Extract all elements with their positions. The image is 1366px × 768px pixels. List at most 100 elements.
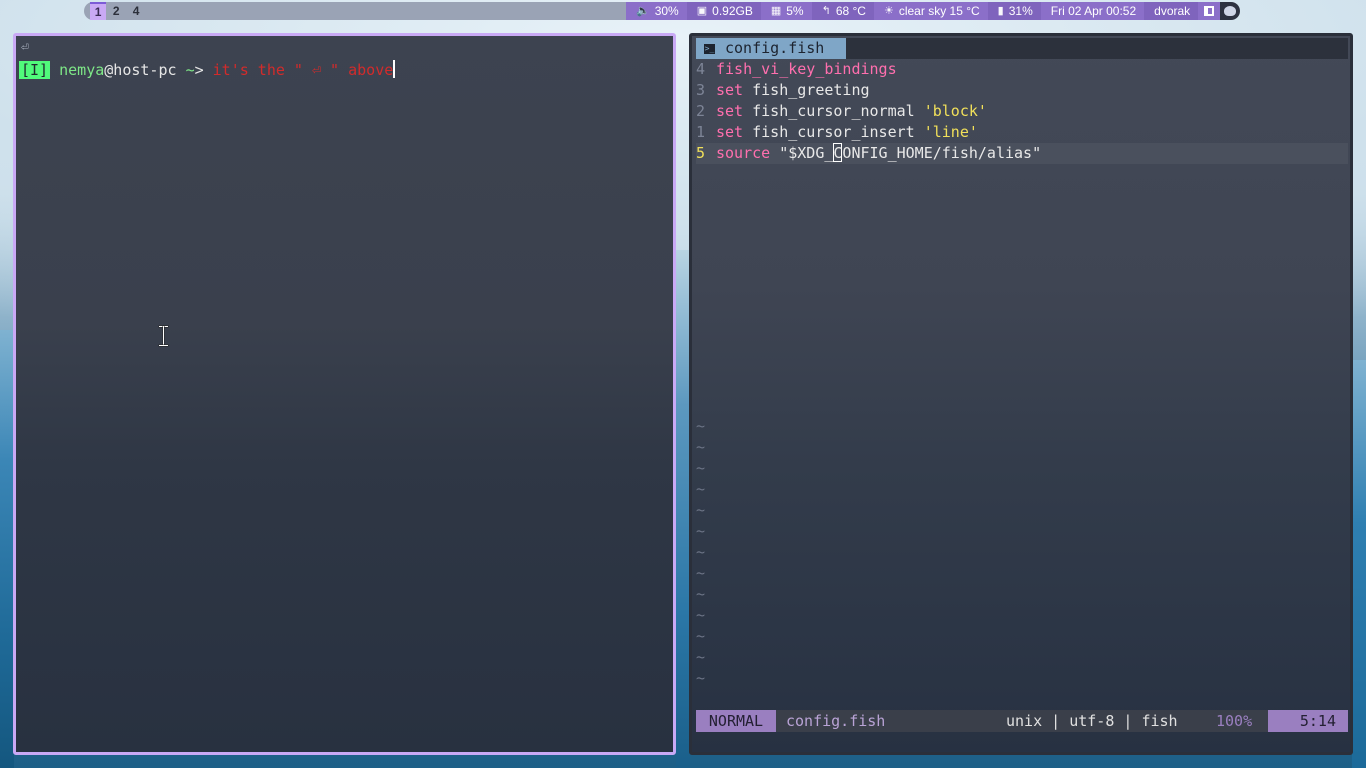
terminal-icon: >_ xyxy=(704,43,715,54)
prompt-path: ~ xyxy=(185,61,195,79)
return-icon: ⏎ xyxy=(21,40,29,55)
empty-line-marker: ~ xyxy=(696,437,1348,458)
empty-line-marker: ~ xyxy=(696,458,1348,479)
code-token: set xyxy=(716,81,753,99)
cpu-module[interactable]: ▦ 5% xyxy=(760,2,812,20)
workspace-4[interactable]: 4 xyxy=(126,2,146,20)
tilde-marker: ~ xyxy=(696,480,706,498)
empty-line-marker: ~ xyxy=(696,605,1348,626)
tilde-marker: ~ xyxy=(696,417,706,435)
empty-line-marker: ~ xyxy=(696,563,1348,584)
code-line[interactable]: 3 set fish_greeting xyxy=(696,80,1348,101)
prompt-user: nemya xyxy=(59,61,105,79)
code-line[interactable]: 4 fish_vi_key_bindings xyxy=(696,59,1348,80)
tilde-marker: ~ xyxy=(696,459,706,477)
cpu-value: 5% xyxy=(786,4,804,18)
code-token: fish_vi_key_bindings xyxy=(716,60,897,78)
empty-line-marker: ~ xyxy=(696,647,1348,668)
cpu-icon: ▦ xyxy=(770,5,782,17)
temperature-module[interactable]: ↰ 68 °C xyxy=(811,2,874,20)
top-status-bar: 1 2 4 🔈 30% ▣ 0.92GB ▦ 5% ↰ 68 °C ☀ clea… xyxy=(84,2,1284,20)
terminal-window[interactable]: ⏎ [I] nemya@host-pc ~> it's the " ⏎ " ab… xyxy=(13,33,676,755)
empty-line-marker: ~ xyxy=(696,542,1348,563)
workspace-1[interactable]: 1 xyxy=(90,2,107,20)
speaker-icon: 🔈 xyxy=(636,5,650,17)
code-token: set xyxy=(716,102,753,120)
code-token: set xyxy=(716,123,753,141)
mode-indicator: NORMAL xyxy=(696,710,776,732)
memory-module[interactable]: ▣ 0.92GB xyxy=(686,2,761,20)
code-token: fish_cursor_insert xyxy=(752,123,924,141)
bar-spacer xyxy=(146,2,626,20)
shell-prompt-line[interactable]: [I] nemya@host-pc ~> it's the " ⏎ " abov… xyxy=(19,59,396,81)
current-line[interactable]: 5 source "$XDG_CONFIG_HOME/fish/alias" xyxy=(696,143,1348,164)
code-token: "$XDG_ xyxy=(779,144,834,162)
empty-line-marker: ~ xyxy=(696,479,1348,500)
tilde-marker: ~ xyxy=(696,606,706,624)
battery-value: 31% xyxy=(1008,4,1033,18)
workspace-switcher: 1 2 4 xyxy=(84,2,146,20)
vi-mode-badge: [I] xyxy=(19,61,51,79)
status-filename: config.fish xyxy=(786,712,886,730)
tilde-marker: ~ xyxy=(696,543,706,561)
memory-value: 0.92GB xyxy=(712,4,753,18)
empty-line-marker: ~ xyxy=(696,500,1348,521)
temperature-value: 68 °C xyxy=(835,4,866,18)
prompt-host: @host-pc xyxy=(104,61,177,79)
prompt-arrow: > xyxy=(194,61,204,79)
vim-buffer[interactable]: 4 fish_vi_key_bindings 3 set fish_greeting 2… xyxy=(696,59,1348,689)
code-token: source xyxy=(716,144,780,162)
tilde-marker: ~ xyxy=(696,627,706,645)
code-token: 'line' xyxy=(923,123,978,141)
code-line[interactable]: 2 set fish_cursor_normal 'block' xyxy=(696,101,1348,122)
vim-editor-window[interactable]: >_ config.fish 4 fish_vi_key_bindings 3 set… xyxy=(689,33,1353,755)
system-tray[interactable] xyxy=(1220,2,1241,20)
tray-app-icon[interactable] xyxy=(1224,6,1237,16)
tilde-marker: ~ xyxy=(696,585,706,603)
empty-line-marker: ~ xyxy=(696,626,1348,647)
line-number: 2 xyxy=(696,102,706,120)
weather-module[interactable]: ☀ clear sky 15 °C xyxy=(873,2,988,20)
status-percent: 100% xyxy=(1216,712,1253,730)
code-line[interactable]: 1 set fish_cursor_insert 'line' xyxy=(696,122,1348,143)
volume-value: 30% xyxy=(654,4,679,18)
tiling-layout-icon xyxy=(1204,6,1215,16)
battery-module[interactable]: ▮ 31% xyxy=(987,2,1041,20)
tilde-marker: ~ xyxy=(696,438,706,456)
tilde-marker: ~ xyxy=(696,648,706,666)
workspace-2[interactable]: 2 xyxy=(106,2,126,20)
battery-icon: ▮ xyxy=(997,5,1004,17)
status-file-info: unix | utf-8 | fish xyxy=(1006,712,1178,730)
code-token: 'block' xyxy=(923,102,987,120)
weather-value: clear sky 15 °C xyxy=(898,4,980,18)
tilde-marker: ~ xyxy=(696,669,706,687)
volume-module[interactable]: 🔈 30% xyxy=(626,2,687,20)
status-cursor-position: 5:14 xyxy=(1268,710,1348,732)
empty-line-marker: ~ xyxy=(696,584,1348,605)
empty-line-marker: ~ xyxy=(696,521,1348,542)
tilde-marker: ~ xyxy=(696,564,706,582)
sun-icon: ☀ xyxy=(883,5,894,17)
layout-indicator[interactable] xyxy=(1198,2,1221,20)
keyboard-layout-value: dvorak xyxy=(1154,4,1191,18)
vim-tabline: >_ config.fish xyxy=(696,38,1348,59)
clock-module[interactable]: Fri 02 Apr 00:52 xyxy=(1040,2,1145,20)
memory-icon: ▣ xyxy=(696,5,708,17)
line-number: 3 xyxy=(696,81,706,99)
mouse-ibeam-cursor-icon xyxy=(159,326,168,346)
line-number: 4 xyxy=(696,60,706,78)
text-cursor xyxy=(393,60,396,78)
vim-statusline: NORMAL config.fish unix | utf-8 | fish 1… xyxy=(696,710,1348,732)
tab-config-fish[interactable]: >_ config.fish xyxy=(696,38,846,59)
wallpaper-left xyxy=(0,330,14,768)
tilde-marker: ~ xyxy=(696,522,706,540)
line-number: 5 xyxy=(696,144,706,162)
status-modules: 🔈 30% ▣ 0.92GB ▦ 5% ↰ 68 °C ☀ clear sky … xyxy=(626,2,1241,20)
command-input[interactable]: it's the " ⏎ " above xyxy=(213,61,394,79)
empty-line-marker: ~ xyxy=(696,416,1348,437)
code-token: fish_greeting xyxy=(752,81,870,99)
wallpaper-right xyxy=(1352,360,1366,768)
tilde-marker: ~ xyxy=(696,501,706,519)
empty-line-marker: ~ xyxy=(696,668,1348,689)
keyboard-layout-module[interactable]: dvorak xyxy=(1144,2,1199,20)
